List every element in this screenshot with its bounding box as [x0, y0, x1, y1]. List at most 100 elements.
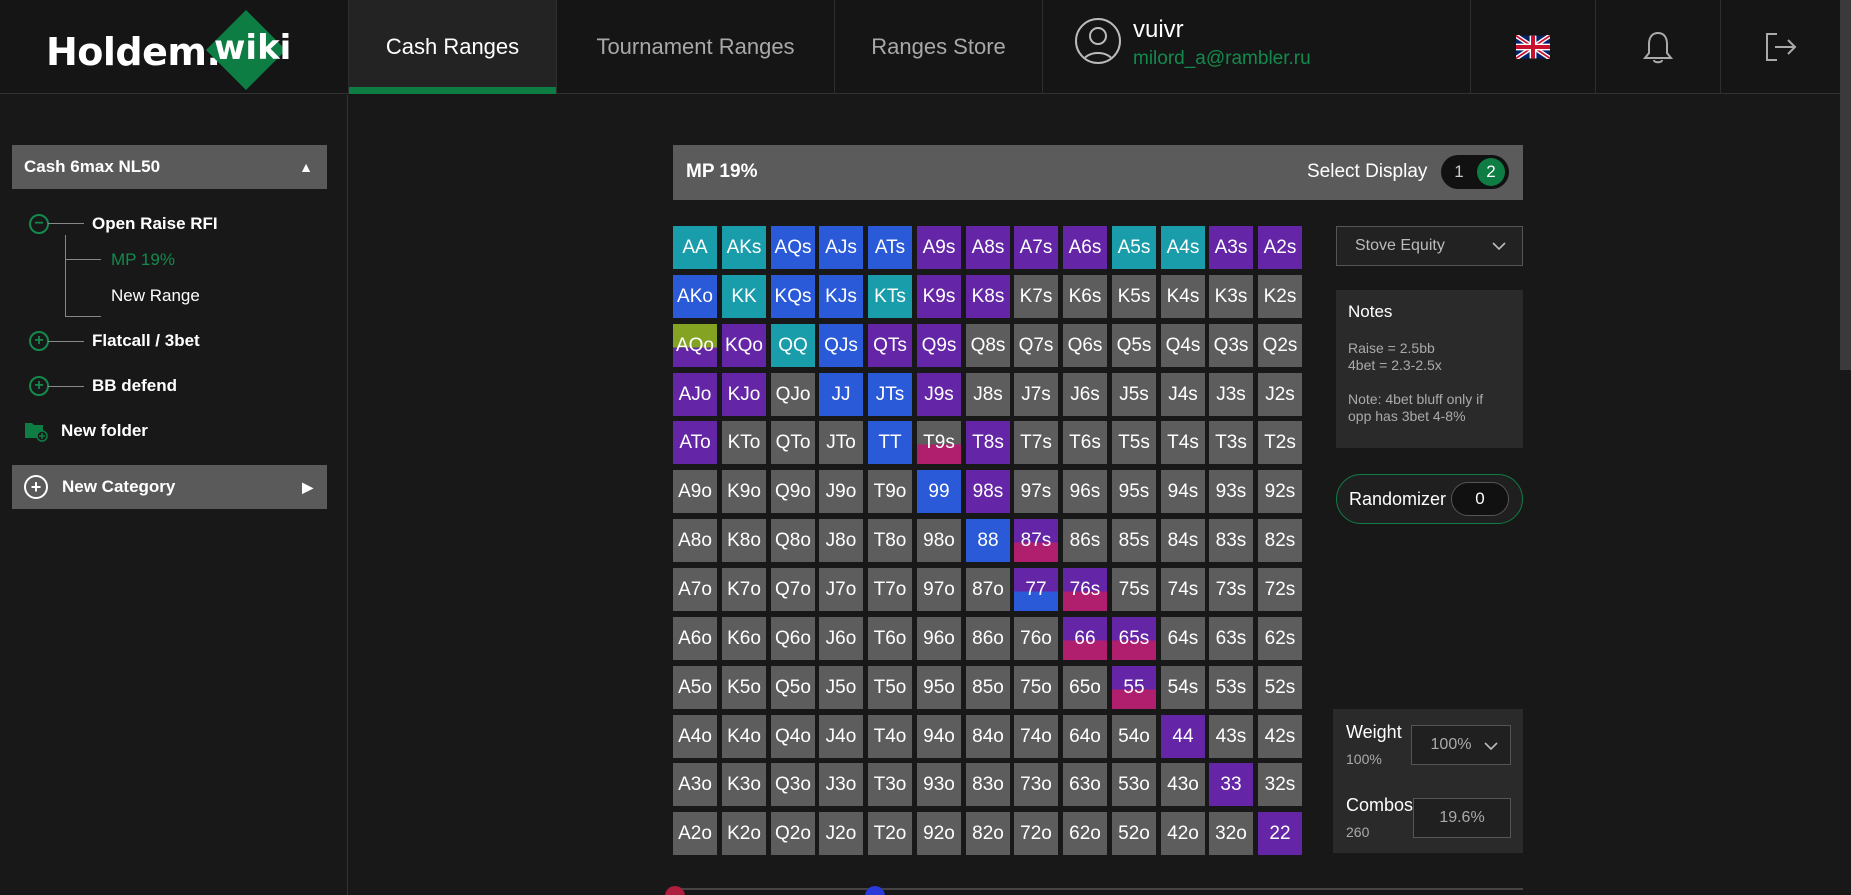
- hand-cell[interactable]: Q8s: [966, 324, 1010, 367]
- hand-cell[interactable]: AKo: [673, 275, 717, 318]
- hand-cell[interactable]: 54o: [1112, 715, 1156, 758]
- hand-cell[interactable]: Q7s: [1014, 324, 1058, 367]
- hand-cell[interactable]: 66: [1063, 617, 1107, 660]
- hand-cell[interactable]: J4s: [1161, 373, 1205, 416]
- hand-cell[interactable]: K2o: [722, 812, 766, 855]
- combos-percent-field[interactable]: 19.6%: [1413, 798, 1511, 838]
- hand-cell[interactable]: Q8o: [771, 519, 815, 562]
- hand-cell[interactable]: K8o: [722, 519, 766, 562]
- display-option-2[interactable]: 2: [1477, 158, 1505, 186]
- hand-cell[interactable]: 73o: [1014, 763, 1058, 806]
- hand-cell[interactable]: T9o: [868, 470, 912, 513]
- hand-cell[interactable]: Q2o: [771, 812, 815, 855]
- hand-cell[interactable]: 42o: [1161, 812, 1205, 855]
- hand-cell[interactable]: J5o: [819, 666, 863, 709]
- hand-cell[interactable]: 72s: [1258, 568, 1302, 611]
- hand-cell[interactable]: 95o: [917, 666, 961, 709]
- hand-cell[interactable]: 93s: [1209, 470, 1253, 513]
- hand-cell[interactable]: AA: [673, 226, 717, 269]
- hand-cell[interactable]: A4o: [673, 715, 717, 758]
- hand-cell[interactable]: 72o: [1014, 812, 1058, 855]
- hand-cell[interactable]: 94s: [1161, 470, 1205, 513]
- hand-cell[interactable]: KTs: [868, 275, 912, 318]
- hand-cell[interactable]: 95s: [1112, 470, 1156, 513]
- hand-cell[interactable]: 93o: [917, 763, 961, 806]
- hand-cell[interactable]: Q5o: [771, 666, 815, 709]
- hand-cell[interactable]: 74s: [1161, 568, 1205, 611]
- hand-cell[interactable]: T7s: [1014, 421, 1058, 464]
- collapse-folder-icon[interactable]: −: [29, 214, 49, 234]
- hand-cell[interactable]: ATs: [868, 226, 912, 269]
- hand-cell[interactable]: A9s: [917, 226, 961, 269]
- hand-cell[interactable]: AQs: [771, 226, 815, 269]
- hand-cell[interactable]: Q6o: [771, 617, 815, 660]
- hand-cell[interactable]: 85o: [966, 666, 1010, 709]
- hand-cell[interactable]: 96s: [1063, 470, 1107, 513]
- hand-cell[interactable]: 62s: [1258, 617, 1302, 660]
- randomizer-control[interactable]: Randomizer 0: [1336, 474, 1523, 524]
- hand-cell[interactable]: 32s: [1258, 763, 1302, 806]
- hand-cell[interactable]: 43o: [1161, 763, 1205, 806]
- hand-cell[interactable]: 85s: [1112, 519, 1156, 562]
- expand-folder-icon[interactable]: +: [29, 331, 49, 351]
- hand-cell[interactable]: Q2s: [1258, 324, 1302, 367]
- equity-dropdown[interactable]: Stove Equity: [1336, 226, 1523, 266]
- hand-cell[interactable]: Q4s: [1161, 324, 1205, 367]
- range-item-new-range[interactable]: New Range: [111, 286, 200, 306]
- hand-cell[interactable]: A5o: [673, 666, 717, 709]
- hand-cell[interactable]: J5s: [1112, 373, 1156, 416]
- hand-cell[interactable]: A2s: [1258, 226, 1302, 269]
- hand-cell[interactable]: JTo: [819, 421, 863, 464]
- hand-cell[interactable]: 73s: [1209, 568, 1253, 611]
- hand-cell[interactable]: 99: [917, 470, 961, 513]
- hand-cell[interactable]: A4s: [1161, 226, 1205, 269]
- hand-cell[interactable]: T6o: [868, 617, 912, 660]
- hand-cell[interactable]: K6o: [722, 617, 766, 660]
- hand-cell[interactable]: 87s: [1014, 519, 1058, 562]
- bottom-slider-track[interactable]: [673, 888, 1523, 890]
- hand-cell[interactable]: 53s: [1209, 666, 1253, 709]
- hand-cell[interactable]: 44: [1161, 715, 1205, 758]
- display-option-1[interactable]: 1: [1449, 162, 1469, 182]
- hand-cell[interactable]: 22: [1258, 812, 1302, 855]
- hand-cell[interactable]: KK: [722, 275, 766, 318]
- hand-cell[interactable]: 77: [1014, 568, 1058, 611]
- hand-cell[interactable]: 94o: [917, 715, 961, 758]
- hand-cell[interactable]: 32o: [1209, 812, 1253, 855]
- hand-cell[interactable]: J3s: [1209, 373, 1253, 416]
- hand-cell[interactable]: QQ: [771, 324, 815, 367]
- hand-cell[interactable]: A3s: [1209, 226, 1253, 269]
- hand-cell[interactable]: T3o: [868, 763, 912, 806]
- expand-folder-icon[interactable]: +: [29, 376, 49, 396]
- page-scrollbar[interactable]: [1840, 0, 1851, 370]
- hand-cell[interactable]: K4s: [1161, 275, 1205, 318]
- hand-cell[interactable]: 52s: [1258, 666, 1302, 709]
- hand-cell[interactable]: A6o: [673, 617, 717, 660]
- hand-cell[interactable]: T5s: [1112, 421, 1156, 464]
- hand-cell[interactable]: J8o: [819, 519, 863, 562]
- hand-cell[interactable]: KJs: [819, 275, 863, 318]
- hand-cell[interactable]: T6s: [1063, 421, 1107, 464]
- hand-cell[interactable]: J3o: [819, 763, 863, 806]
- hand-cell[interactable]: Q6s: [1063, 324, 1107, 367]
- hand-cell[interactable]: A8o: [673, 519, 717, 562]
- hand-cell[interactable]: 64s: [1161, 617, 1205, 660]
- hand-cell[interactable]: Q9o: [771, 470, 815, 513]
- language-button[interactable]: [1470, 0, 1595, 94]
- hand-cell[interactable]: 43s: [1209, 715, 1253, 758]
- hand-cell[interactable]: 65o: [1063, 666, 1107, 709]
- range-item-mp-19[interactable]: MP 19%: [111, 250, 175, 270]
- hand-cell[interactable]: K2s: [1258, 275, 1302, 318]
- user-profile[interactable]: vuivr milord_a@rambler.ru: [1042, 0, 1470, 94]
- hand-cell[interactable]: AJs: [819, 226, 863, 269]
- tab-cash-ranges[interactable]: Cash Ranges: [348, 0, 556, 94]
- hand-cell[interactable]: T8o: [868, 519, 912, 562]
- hand-cell[interactable]: 76s: [1063, 568, 1107, 611]
- hand-cell[interactable]: T5o: [868, 666, 912, 709]
- hand-cell[interactable]: K4o: [722, 715, 766, 758]
- hand-cell[interactable]: A3o: [673, 763, 717, 806]
- hand-cell[interactable]: K6s: [1063, 275, 1107, 318]
- hand-cell[interactable]: 87o: [966, 568, 1010, 611]
- logout-button[interactable]: [1720, 0, 1840, 94]
- hand-cell[interactable]: 83o: [966, 763, 1010, 806]
